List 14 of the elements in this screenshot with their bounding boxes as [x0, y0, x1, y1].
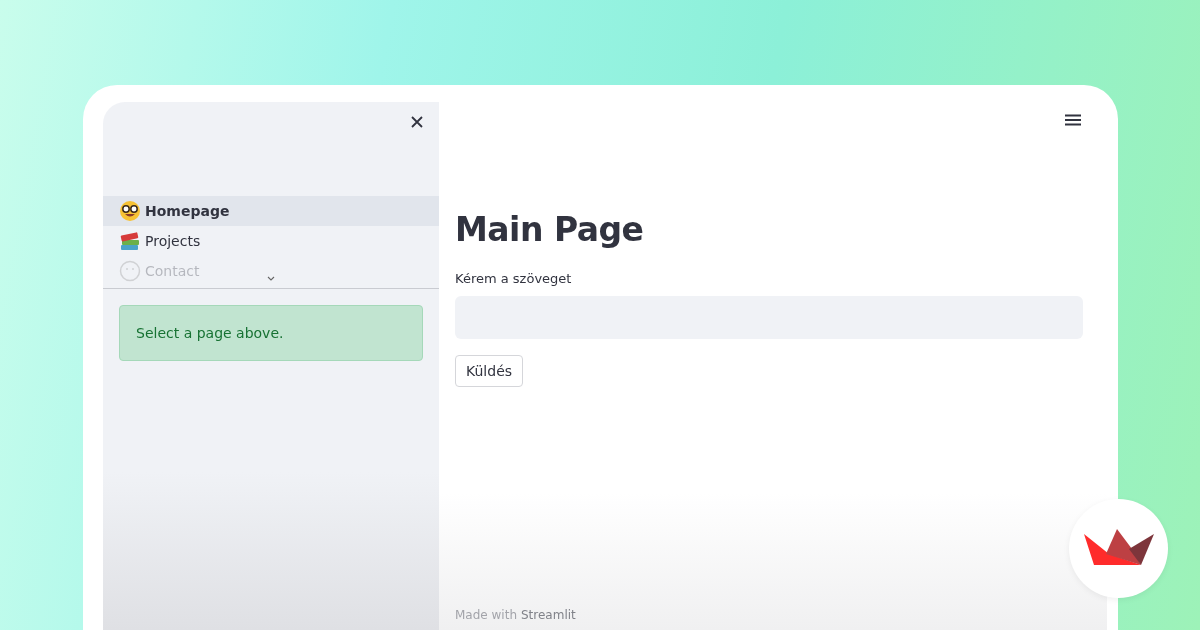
- books-icon: [119, 230, 141, 252]
- info-alert: Select a page above.: [119, 305, 423, 361]
- face-icon: [119, 260, 141, 282]
- close-icon: [411, 116, 423, 128]
- nerd-face-icon: [119, 200, 141, 222]
- menu-icon: [1065, 114, 1081, 126]
- submit-button[interactable]: Küldés: [455, 355, 524, 387]
- nav-item[interactable]: Homepage: [103, 196, 439, 226]
- field-label: Kérem a szöveget: [455, 271, 573, 286]
- page-title: Main Page: [455, 210, 645, 249]
- footer-link[interactable]: Streamlit: [521, 608, 576, 622]
- chevron-down-icon: [267, 276, 275, 281]
- footer-text: Made with: [455, 608, 517, 622]
- nav-item[interactable]: Projects: [103, 226, 439, 256]
